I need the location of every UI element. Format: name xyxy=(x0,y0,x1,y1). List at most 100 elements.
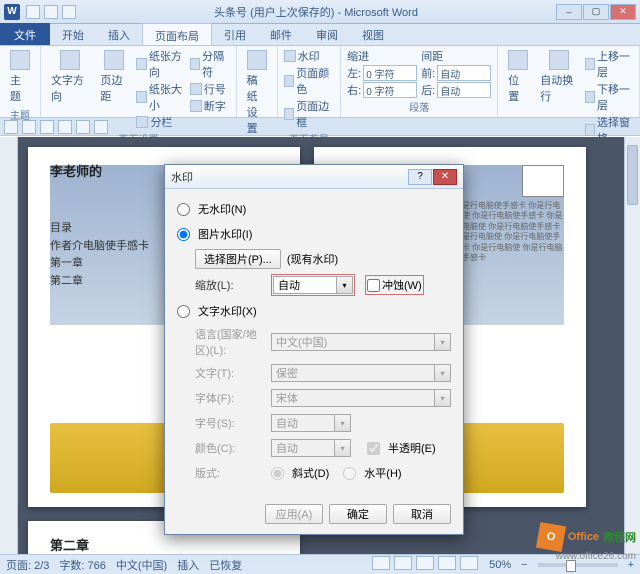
indent-right-val[interactable]: 0 字符 xyxy=(363,82,417,98)
option-picture-watermark[interactable]: 图片水印(I) xyxy=(177,224,451,244)
dialog-titlebar[interactable]: 水印 ? ✕ xyxy=(165,165,463,189)
cancel-button[interactable]: 取消 xyxy=(393,504,451,524)
tab-view[interactable]: 视图 xyxy=(350,23,396,45)
select-picture-button[interactable]: 选择图片(P)... xyxy=(195,249,281,269)
language-combo: 中文(中国)▾ xyxy=(271,333,451,351)
option-no-watermark[interactable]: 无水印(N) xyxy=(177,199,451,219)
hyphenation-button[interactable]: 断字 xyxy=(190,98,230,114)
status-language[interactable]: 中文(中国) xyxy=(116,557,167,573)
qat2-icon[interactable] xyxy=(40,120,54,134)
vertical-ruler[interactable] xyxy=(0,137,18,554)
orientation-button[interactable]: 纸张方向 xyxy=(136,48,185,80)
qat-save-icon[interactable] xyxy=(26,5,40,19)
dialog-close-button[interactable]: ✕ xyxy=(433,169,457,185)
breaks-button[interactable]: 分隔符 xyxy=(190,48,230,80)
spacing-before[interactable]: 前:自动 xyxy=(421,65,491,81)
text-direction-button[interactable]: 文字方向 xyxy=(47,48,92,106)
status-mode[interactable]: 插入 xyxy=(177,557,199,573)
ribbon-tabs: 文件 开始 插入 页面布局 引用 邮件 审阅 视图 xyxy=(0,24,640,46)
view-draft[interactable] xyxy=(460,556,478,570)
indent-left[interactable]: 左:0 字符 xyxy=(347,65,417,81)
brand-text-2: 教程网 xyxy=(603,529,636,545)
tab-mailings[interactable]: 邮件 xyxy=(258,23,304,45)
orientation-icon xyxy=(136,58,146,70)
color-value: 自动 xyxy=(276,440,298,456)
washout-checkbox[interactable] xyxy=(367,279,380,292)
chevron-down-icon: ▾ xyxy=(334,440,350,456)
label-text-watermark: 文字水印(X) xyxy=(198,303,257,319)
qat-undo-icon[interactable] xyxy=(44,5,58,19)
view-web-layout[interactable] xyxy=(416,556,434,570)
apply-button[interactable]: 应用(A) xyxy=(265,504,323,524)
page-color-button[interactable]: 页面颜色 xyxy=(284,65,334,97)
scale-combo[interactable]: 自动▾ xyxy=(273,276,353,294)
watermark-dialog: 水印 ? ✕ 无水印(N) 图片水印(I) 选择图片(P)... (现有水印) … xyxy=(164,164,464,535)
vertical-scrollbar[interactable] xyxy=(624,137,640,554)
line-numbers-button[interactable]: 行号 xyxy=(190,81,230,97)
view-print-layout[interactable] xyxy=(372,556,390,570)
qat2-icon[interactable] xyxy=(4,120,18,134)
dialog-footer: 应用(A) 确定 取消 xyxy=(165,496,463,534)
manuscript-button[interactable]: 稿纸 设置 xyxy=(243,48,271,138)
linenum-icon xyxy=(190,83,202,95)
zoom-minus[interactable]: − xyxy=(521,559,527,571)
status-words[interactable]: 字数: 766 xyxy=(59,557,105,573)
page-borders-button[interactable]: 页面边框 xyxy=(284,98,334,130)
spacing-after[interactable]: 后:自动 xyxy=(421,82,491,98)
tab-file[interactable]: 文件 xyxy=(0,23,50,45)
wrap-text-button[interactable]: 自动换行 xyxy=(536,48,581,106)
tab-insert[interactable]: 插入 xyxy=(96,23,142,45)
columns-icon xyxy=(136,116,148,128)
window-buttons: – ▢ ✕ xyxy=(556,4,636,20)
indent-right[interactable]: 右:0 字符 xyxy=(347,82,417,98)
scale-row: 缩放(L): 自动▾ 冲蚀(W) xyxy=(195,274,451,296)
tab-page-layout[interactable]: 页面布局 xyxy=(142,23,212,45)
status-page[interactable]: 页面: 2/3 xyxy=(6,557,49,573)
qat2-icon[interactable] xyxy=(58,120,72,134)
qat2-icon[interactable] xyxy=(76,120,90,134)
tab-home[interactable]: 开始 xyxy=(50,23,96,45)
dialog-help-button[interactable]: ? xyxy=(408,169,432,185)
size-button[interactable]: 纸张大小 xyxy=(136,81,185,113)
themes-button[interactable]: 主题 xyxy=(6,48,34,106)
send-backward-button[interactable]: 下移一层 xyxy=(585,81,633,113)
radio-no-watermark[interactable] xyxy=(177,203,190,216)
close-button[interactable]: ✕ xyxy=(610,4,636,20)
margins-button[interactable]: 页边距 xyxy=(96,48,132,106)
zoom-slider[interactable] xyxy=(538,563,618,567)
view-full-screen[interactable] xyxy=(394,556,412,570)
office-tutorial-logo: O Office教程网 www.office26.com xyxy=(538,524,636,550)
radio-picture-watermark[interactable] xyxy=(177,228,190,241)
font-combo: 宋体▾ xyxy=(271,389,451,407)
themes-icon xyxy=(10,50,30,70)
spacing-after-pre: 后: xyxy=(421,82,435,98)
color-combo: 自动 ▾ xyxy=(271,439,351,457)
watermark-button[interactable]: 水印 xyxy=(284,48,334,64)
ok-button[interactable]: 确定 xyxy=(329,504,387,524)
view-outline[interactable] xyxy=(438,556,456,570)
dialog-body: 无水印(N) 图片水印(I) 选择图片(P)... (现有水印) 缩放(L): … xyxy=(165,189,463,496)
option-text-watermark[interactable]: 文字水印(X) xyxy=(177,301,451,321)
ribbon: 主题 主题 文字方向 页边距 纸张方向 纸张大小 分栏 分隔符 行号 断字 页面… xyxy=(0,46,640,118)
maximize-button[interactable]: ▢ xyxy=(583,4,609,20)
tab-references[interactable]: 引用 xyxy=(212,23,258,45)
columns-button[interactable]: 分栏 xyxy=(136,114,185,130)
qat2-icon[interactable] xyxy=(22,120,36,134)
group-arrange: 位置 自动换行 上移一层 下移一层 选择窗格 排列 xyxy=(498,46,640,117)
position-button[interactable]: 位置 xyxy=(504,48,532,106)
spacing-before-val[interactable]: 自动 xyxy=(437,65,491,81)
label-no-watermark: 无水印(N) xyxy=(198,201,246,217)
orientation-label: 纸张方向 xyxy=(149,48,186,80)
radio-text-watermark[interactable] xyxy=(177,305,190,318)
tab-review[interactable]: 审阅 xyxy=(304,23,350,45)
minimize-button[interactable]: – xyxy=(556,4,582,20)
qat-redo-icon[interactable] xyxy=(62,5,76,19)
bring-forward-button[interactable]: 上移一层 xyxy=(585,48,633,80)
spacing-after-val[interactable]: 自动 xyxy=(437,82,491,98)
chevron-down-icon[interactable]: ▾ xyxy=(336,277,352,293)
zoom-value[interactable]: 50% xyxy=(489,559,511,571)
text-label: 文字(T): xyxy=(195,365,265,381)
qat2-icon[interactable] xyxy=(94,120,108,134)
scrollbar-thumb[interactable] xyxy=(627,145,638,205)
indent-left-val[interactable]: 0 字符 xyxy=(363,65,417,81)
